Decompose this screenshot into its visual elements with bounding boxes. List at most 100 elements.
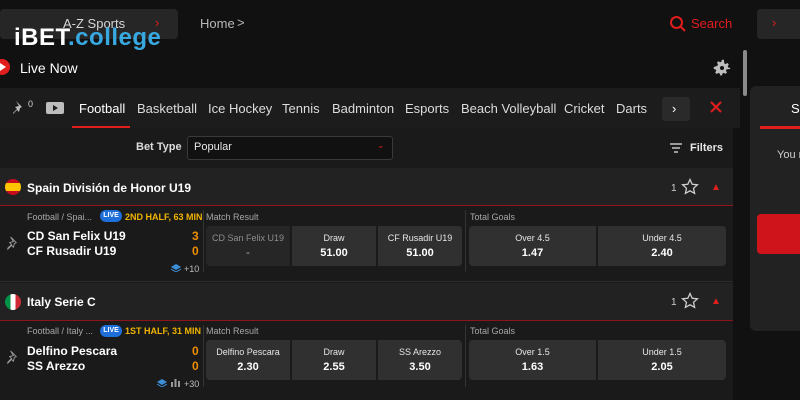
odds-value: 3.50 — [409, 361, 431, 373]
tab-esports[interactable]: Esports — [405, 101, 449, 116]
odds-value: 2.55 — [323, 361, 345, 373]
chevron-up-icon[interactable]: ▲ — [711, 182, 721, 193]
search-label: Search — [691, 16, 733, 31]
account-menu-button[interactable] — [757, 9, 800, 39]
match-breadcrumb: Football / Spai... — [27, 212, 93, 222]
odds-selection: Over 4.5 — [515, 233, 550, 243]
away-team[interactable]: SS Arezzo — [27, 359, 85, 373]
pin-count: 0 — [28, 99, 34, 109]
odds-selection: Delfino Pescara — [216, 347, 280, 357]
star-icon[interactable] — [681, 178, 699, 196]
bet-slip-message: You r — [777, 149, 800, 161]
tab-tennis[interactable]: Tennis — [282, 101, 320, 116]
odds-button-draw[interactable]: Draw 2.55 — [292, 340, 376, 380]
odds-selection: Under 4.5 — [642, 233, 682, 243]
league-event-count: 1 — [671, 183, 677, 194]
pin-match-icon[interactable] — [5, 350, 20, 365]
visualization-icon[interactable] — [171, 264, 181, 272]
logo-suffix-text: .college — [68, 24, 162, 51]
market-label: Match Result — [206, 212, 259, 222]
odds-value: 2.30 — [237, 361, 259, 373]
visualization-icon[interactable] — [157, 379, 167, 387]
odds-button-away[interactable]: SS Arezzo 3.50 — [378, 340, 462, 380]
odds-button-away[interactable]: CF Rusadir U19 51.00 — [378, 226, 462, 266]
odds-button-over[interactable]: Over 1.5 1.63 — [469, 340, 596, 380]
market-label: Total Goals — [470, 326, 516, 336]
filters-icon[interactable] — [670, 143, 682, 153]
league-header-italy[interactable] — [0, 283, 733, 321]
league-event-count: 1 — [671, 297, 677, 308]
chevron-down-icon: ⌄ — [377, 140, 385, 150]
match-status: 2ND HALF, 63 MIN — [125, 212, 203, 222]
live-now-title: Live Now — [20, 60, 78, 76]
market-label: Match Result — [206, 326, 259, 336]
live-badge: LIVE — [100, 325, 122, 337]
league-name: Italy Serie C — [27, 295, 96, 309]
divider — [203, 210, 204, 272]
more-markets-link[interactable]: +10 — [184, 264, 199, 274]
odds-button-under[interactable]: Under 1.5 2.05 — [598, 340, 726, 380]
divider — [465, 210, 466, 272]
tab-basketball[interactable]: Basketball — [137, 101, 197, 116]
odds-value: 51.00 — [406, 247, 434, 259]
stats-icon[interactable] — [171, 378, 180, 387]
odds-selection: Under 1.5 — [642, 347, 682, 357]
league-name: Spain División de Honor U19 — [27, 181, 192, 195]
tab-badminton[interactable]: Badminton — [332, 101, 394, 116]
breadcrumb-chevron-icon: > — [237, 15, 245, 30]
pin-match-icon[interactable] — [5, 236, 20, 251]
odds-selection: Draw — [323, 347, 345, 357]
more-markets-link[interactable]: +30 — [184, 379, 199, 389]
home-score: 0 — [192, 344, 199, 358]
italy-flag-icon — [5, 294, 21, 310]
chevron-right-icon: › — [772, 15, 777, 30]
bet-slip-action-button[interactable] — [757, 214, 800, 254]
live-badge: LIVE — [100, 210, 122, 222]
tab-cricket[interactable]: Cricket — [564, 101, 604, 116]
breadcrumb-home[interactable]: Home — [200, 16, 235, 31]
bet-slip-panel — [750, 86, 800, 331]
odds-value: 1.47 — [521, 247, 544, 259]
star-icon[interactable] — [681, 292, 699, 310]
live-now-bar — [0, 48, 745, 88]
away-team[interactable]: CF Rusadir U19 — [27, 244, 116, 258]
odds-button-home[interactable]: CD San Felix U19 - — [206, 226, 290, 266]
tab-football[interactable]: Football — [79, 101, 125, 116]
tab-darts[interactable]: Darts — [616, 101, 647, 116]
away-score: 0 — [192, 244, 199, 258]
search-icon — [670, 16, 686, 32]
bet-type-value: Popular — [194, 141, 232, 153]
odds-selection: Draw — [323, 233, 345, 243]
pin-icon[interactable] — [10, 100, 26, 116]
away-score: 0 — [192, 359, 199, 373]
spain-flag-icon — [5, 179, 21, 195]
logo-main-text: iBET — [14, 24, 69, 51]
close-icon[interactable] — [709, 100, 723, 114]
home-score: 3 — [192, 229, 199, 243]
odds-value: 2.05 — [651, 361, 673, 373]
chevron-up-icon[interactable]: ▲ — [711, 296, 721, 307]
bet-type-label: Bet Type — [136, 141, 182, 153]
tab-ice-hockey[interactable]: Ice Hockey — [208, 101, 272, 116]
match-breadcrumb: Football / Italy ... — [27, 326, 94, 336]
gear-icon[interactable] — [711, 57, 733, 79]
filters-button[interactable]: Filters — [690, 142, 723, 154]
odds-selection: CD San Felix U19 — [211, 233, 285, 243]
market-label: Total Goals — [470, 212, 516, 222]
row-separator — [0, 281, 733, 282]
odds-button-under[interactable]: Under 4.5 2.40 — [598, 226, 726, 266]
odds-selection: SS Arezzo — [398, 347, 442, 357]
odds-button-home[interactable]: Delfino Pescara 2.30 — [206, 340, 290, 380]
home-team[interactable]: Delfino Pescara — [27, 344, 117, 358]
odds-button-draw[interactable]: Draw 51.00 — [292, 226, 376, 266]
home-team[interactable]: CD San Felix U19 — [27, 229, 126, 243]
odds-value: 51.00 — [320, 247, 348, 259]
tab-beach-volleyball[interactable]: Beach Volleyball — [461, 101, 556, 116]
odds-value: - — [246, 247, 250, 259]
odds-button-over[interactable]: Over 4.5 1.47 — [469, 226, 596, 266]
odds-value: 1.63 — [521, 361, 544, 373]
scrollbar-thumb[interactable] — [743, 50, 747, 96]
odds-value: 2.40 — [651, 247, 673, 259]
video-icon[interactable] — [46, 102, 64, 114]
bet-slip-tab[interactable]: S — [791, 101, 800, 116]
